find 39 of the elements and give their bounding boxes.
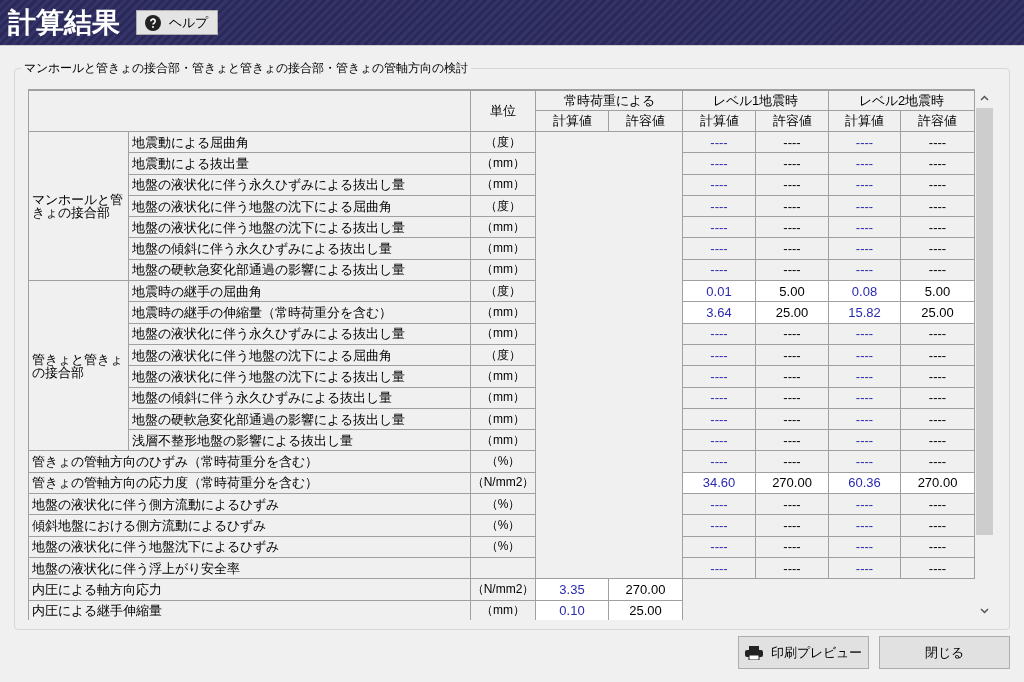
help-icon bbox=[145, 14, 161, 31]
row-label: 地盤の液状化に伴う永久ひずみによる抜出し量 bbox=[128, 174, 471, 196]
scrollbar-thumb[interactable] bbox=[976, 108, 994, 535]
printer-icon bbox=[745, 645, 763, 660]
column-header: 常時荷重による bbox=[535, 90, 683, 111]
row-label: 地盤の液状化に伴う永久ひずみによる抜出し量 bbox=[128, 323, 471, 345]
column-header: 単位 bbox=[470, 90, 536, 132]
scroll-down-icon[interactable] bbox=[980, 608, 990, 614]
group-caption: マンホールと管きょの接合部・管きょと管きょの接合部・管きょの管軸方向の検討 bbox=[21, 60, 471, 76]
group-label: マンホールと管きょの接合部 bbox=[28, 131, 129, 281]
row-label: 傾斜地盤における側方流動によるひずみ bbox=[28, 514, 471, 537]
help-button[interactable]: ヘルプ bbox=[136, 10, 218, 35]
row-label: 地盤の硬軟急変化部通過の影響による抜出し量 bbox=[128, 408, 471, 430]
row-label: 内圧による継手伸縮量 bbox=[28, 600, 471, 620]
row-label: 内圧による軸方向応力 bbox=[28, 578, 471, 601]
row-label: 地盤の液状化に伴う側方流動によるひずみ bbox=[28, 493, 471, 515]
row-label: 地盤の傾斜に伴う永久ひずみによる抜出し量 bbox=[128, 387, 471, 409]
row-label: 地盤の液状化に伴う地盤沈下によるひずみ bbox=[28, 536, 471, 558]
scroll-up-icon[interactable] bbox=[980, 95, 990, 101]
row-label: 地震時の継手の屈曲角 bbox=[128, 280, 471, 302]
row-label: 地盤の硬軟急変化部通過の影響による抜出し量 bbox=[128, 259, 471, 281]
group-label: 管きょと管きょの接合部 bbox=[28, 280, 129, 451]
row-label: 管きょの管軸方向の応力度（常時荷重分を含む） bbox=[28, 472, 471, 494]
row-label: 地盤の液状化に伴う地盤の沈下による抜出し量 bbox=[128, 216, 471, 238]
row-label: 管きょの管軸方向のひずみ（常時荷重分を含む） bbox=[28, 450, 471, 473]
row-label: 地盤の傾斜に伴う永久ひずみによる抜出し量 bbox=[128, 238, 471, 260]
column-header: レベル2地震時 bbox=[828, 90, 975, 111]
page-title: 計算結果 bbox=[8, 8, 120, 37]
row-label: 地震動による抜出量 bbox=[128, 152, 471, 175]
row-label: 地震動による屈曲角 bbox=[128, 131, 471, 153]
print-preview-button[interactable]: 印刷プレビュー bbox=[738, 636, 869, 669]
row-label: 浅層不整形地盤の影響による抜出し量 bbox=[128, 429, 471, 451]
close-button[interactable]: 閉じる bbox=[879, 636, 1010, 669]
column-header: レベル1地震時 bbox=[682, 90, 829, 111]
row-label: 地盤の液状化に伴う地盤の沈下による抜出し量 bbox=[128, 365, 471, 388]
row-label: 地盤の液状化に伴う浮上がり安全率 bbox=[28, 557, 471, 579]
row-label: 地震時の継手の伸縮量（常時荷重分を含む） bbox=[128, 301, 471, 324]
row-label: 地盤の液状化に伴う地盤の沈下による屈曲角 bbox=[128, 344, 471, 366]
row-label: 地盤の液状化に伴う地盤の沈下による屈曲角 bbox=[128, 195, 471, 217]
